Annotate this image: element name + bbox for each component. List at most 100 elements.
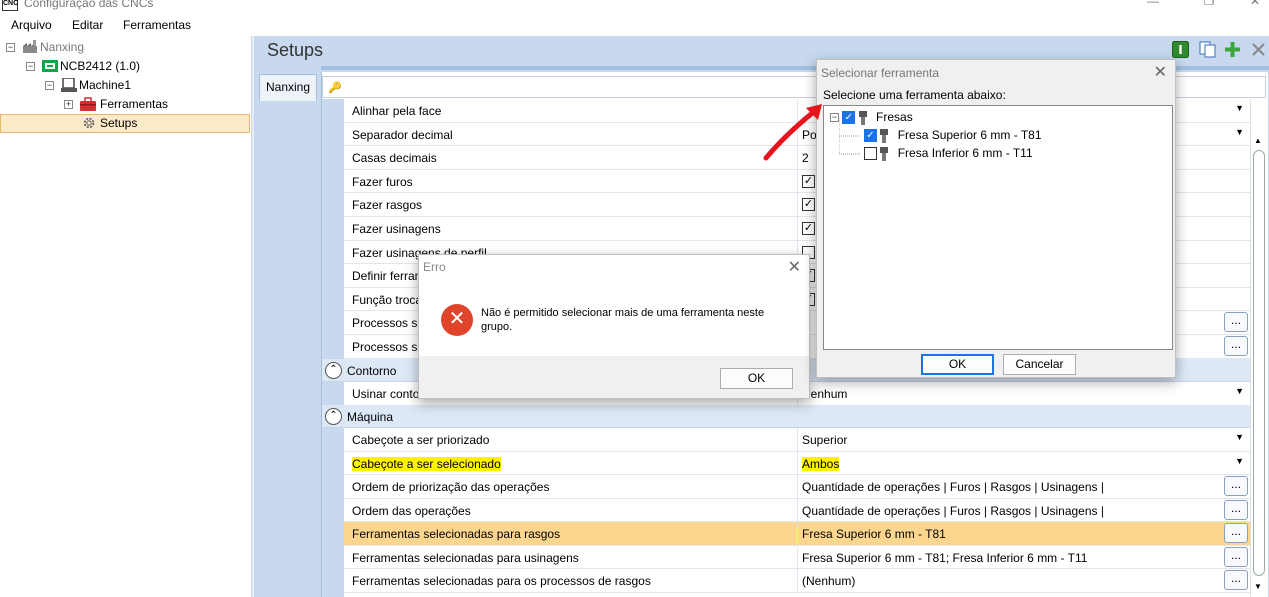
collapse-icon[interactable]: − xyxy=(830,113,839,123)
scroll-up-icon[interactable]: ▲ xyxy=(1254,136,1262,145)
menu-arquivo[interactable]: Arquivo xyxy=(11,18,52,32)
scroll-down-icon[interactable]: ▼ xyxy=(1254,582,1262,591)
tree-item-setups[interactable]: Setups xyxy=(0,114,250,133)
annotation-arrow-icon xyxy=(763,104,822,161)
error-message: Não é permitido selecionar mais de uma f… xyxy=(481,307,765,333)
property-name: Separador decimal xyxy=(352,127,453,142)
ok-button[interactable]: OK xyxy=(921,354,994,375)
property-name: Ferramentas selecionadas para rasgos xyxy=(352,527,561,541)
category-label: Contorno xyxy=(347,364,397,378)
factory-icon xyxy=(23,40,37,53)
property-value: Fresa Superior 6 mm - T81; Fresa Inferio… xyxy=(802,550,1088,565)
add-icon[interactable] xyxy=(1224,41,1241,58)
tool-tree: − ✓ Fresas ✓ Fresa Superior 6 mm - T81 F… xyxy=(823,105,1173,350)
property-name: Ordem de priorização das operações xyxy=(352,480,550,494)
menu-bar: Arquivo Editar Ferramentas xyxy=(0,15,1269,36)
toolbox-icon xyxy=(80,97,96,111)
grid-gutter xyxy=(322,99,344,597)
property-name: Fazer rasgos xyxy=(352,198,423,213)
dialog-title: Selecionar ferramenta xyxy=(821,66,940,80)
dialog-prompt: Selecione uma ferramenta abaixo: xyxy=(823,88,1006,102)
gear-icon xyxy=(83,117,95,129)
property-value: Ambos xyxy=(802,456,840,471)
property-name: Ordem das operações xyxy=(352,503,471,518)
tree-item-ferramentas[interactable]: + Ferramentas xyxy=(64,95,244,114)
checkbox[interactable]: ✓ xyxy=(802,198,815,212)
copy-icon[interactable] xyxy=(1199,41,1216,58)
ellipsis-button[interactable]: ... xyxy=(1224,546,1248,567)
property-name: Ferramentas selecionadas para usinagens xyxy=(352,550,579,565)
ellipsis-button[interactable]: ... xyxy=(1224,336,1248,356)
ellipsis-button[interactable]: ... xyxy=(1224,523,1248,543)
tab-nanxing[interactable]: Nanxing xyxy=(259,74,317,101)
dropdown-arrow-icon[interactable]: ▼ xyxy=(1235,456,1244,466)
mill-tool-icon xyxy=(880,146,889,161)
tool-label: Fresa Superior 6 mm - T81 xyxy=(897,128,1042,142)
property-row[interactable]: Ferramentas selecionadas para usinagens F… xyxy=(344,545,1250,569)
property-value: Quantidade de operações | Furos | Rasgos… xyxy=(802,503,1104,518)
key-icon: 🔑 xyxy=(328,82,342,94)
property-row[interactable]: Ferramentas selecionadas para rasgos Fres… xyxy=(344,522,1250,546)
property-name: Fazer furos xyxy=(352,174,413,189)
checkbox[interactable]: ✓ xyxy=(802,174,815,188)
tree-item-ncb2412[interactable]: − NCB2412 (1.0) xyxy=(26,57,246,76)
close-icon[interactable]: ✕ xyxy=(788,257,801,277)
menu-editar[interactable]: Editar xyxy=(72,18,103,32)
ok-button[interactable]: OK xyxy=(720,368,793,389)
title-bar: CNC Configuração das CNCs — ❐ ✕ xyxy=(0,0,1269,14)
tree-item-nanxing[interactable]: − Nanxing xyxy=(6,38,246,57)
close-icon[interactable] xyxy=(1250,41,1267,58)
property-name: Casas decimais xyxy=(352,151,437,166)
dropdown-arrow-icon[interactable]: ▼ xyxy=(1235,127,1244,137)
collapse-icon[interactable]: − xyxy=(45,81,54,90)
property-name: Definir ferram xyxy=(352,269,425,284)
dropdown-arrow-icon[interactable]: ▼ xyxy=(1235,432,1244,442)
tree-item-machine1[interactable]: − Machine1 xyxy=(45,76,245,95)
property-name: Fazer usinagens xyxy=(352,222,441,236)
property-name: Cabeçote a ser priorizado xyxy=(352,433,490,447)
property-row[interactable]: Ordem das operações Quantidade de operaçõ… xyxy=(344,498,1250,522)
property-value: Quantidade de operações | Furos | Rasgos… xyxy=(802,480,1104,494)
error-dialog: Erro ✕ ✕ Não é permitido selecionar mais… xyxy=(418,254,810,399)
property-value: Fresa Superior 6 mm - T81 xyxy=(802,527,946,541)
property-row[interactable]: Ferramentas selecionadas para os process… xyxy=(344,569,1250,593)
category-maquina[interactable]: ⌃ Máquina xyxy=(322,405,1250,428)
ellipsis-button[interactable]: ... xyxy=(1224,476,1248,496)
property-row[interactable]: Cabeçote a ser priorizado Superior ▼ xyxy=(344,428,1250,452)
category-label: Máquina xyxy=(347,410,394,424)
expand-icon[interactable]: + xyxy=(64,100,73,109)
dropdown-arrow-icon[interactable]: ▼ xyxy=(1235,386,1244,396)
property-row[interactable]: Ordem de priorização das operações Quanti… xyxy=(344,475,1250,499)
ellipsis-button[interactable]: ... xyxy=(1224,499,1248,520)
scrollbar-thumb[interactable] xyxy=(1253,150,1265,576)
tree-label-ferramentas: Ferramentas xyxy=(100,97,169,111)
collapse-category-icon[interactable]: ⌃ xyxy=(325,362,342,379)
ellipsis-button[interactable]: ... xyxy=(1224,570,1248,590)
dialog-title: Erro xyxy=(423,260,446,274)
tree-item-tool-t11[interactable]: Fresa Inferior 6 mm - T11 xyxy=(864,144,1033,162)
maximize-button[interactable]: ❐ xyxy=(1186,0,1232,14)
property-row[interactable]: Cabeçote a ser selecionado Ambos ▼ xyxy=(344,451,1250,475)
collapse-icon[interactable]: − xyxy=(6,43,15,52)
info-icon[interactable] xyxy=(1172,41,1189,58)
close-icon[interactable]: ✕ xyxy=(1154,62,1167,82)
error-icon: ✕ xyxy=(441,304,473,336)
collapse-category-icon[interactable]: ⌃ xyxy=(325,408,342,425)
ellipsis-button[interactable]: ... xyxy=(1224,312,1248,333)
tool-label: Fresa Inferior 6 mm - T11 xyxy=(897,146,1033,160)
window-title: Configuração das CNCs xyxy=(24,0,154,10)
minimize-button[interactable]: — xyxy=(1130,0,1176,14)
machine-icon xyxy=(61,78,77,92)
page-title: Setups xyxy=(267,40,324,60)
dropdown-arrow-icon[interactable]: ▼ xyxy=(1235,103,1244,113)
tree-label-machine1: Machine1 xyxy=(79,78,132,92)
tree-lines xyxy=(839,118,861,155)
close-window-button[interactable]: ✕ xyxy=(1232,0,1269,14)
menu-ferramentas[interactable]: Ferramentas xyxy=(123,18,191,32)
collapse-icon[interactable]: − xyxy=(26,62,35,71)
group-label: Fresas xyxy=(876,110,913,124)
checkbox[interactable]: ✓ xyxy=(802,222,815,235)
cancel-button[interactable]: Cancelar xyxy=(1003,354,1076,375)
tree-item-tool-t81[interactable]: ✓ Fresa Superior 6 mm - T81 xyxy=(864,126,1042,144)
property-name: Alinhar pela face xyxy=(352,104,442,118)
